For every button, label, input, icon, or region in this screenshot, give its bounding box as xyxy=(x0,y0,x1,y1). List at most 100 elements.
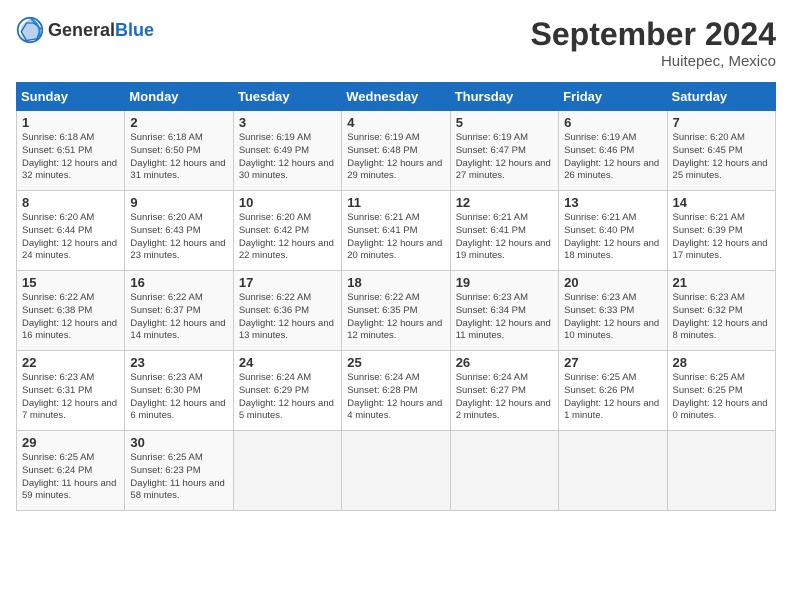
cell-content: Sunrise: 6:23 AM Sunset: 6:30 PM Dayligh… xyxy=(130,372,227,423)
cell-content: Sunrise: 6:24 AM Sunset: 6:29 PM Dayligh… xyxy=(239,372,336,423)
day-number: 10 xyxy=(239,195,336,210)
day-number: 21 xyxy=(673,275,770,290)
cell-content: Sunrise: 6:20 AM Sunset: 6:43 PM Dayligh… xyxy=(130,212,227,263)
calendar-week-row: 29 Sunrise: 6:25 AM Sunset: 6:24 PM Dayl… xyxy=(17,431,776,511)
cell-content: Sunrise: 6:23 AM Sunset: 6:33 PM Dayligh… xyxy=(564,292,661,343)
cell-content: Sunrise: 6:23 AM Sunset: 6:32 PM Dayligh… xyxy=(673,292,770,343)
calendar-cell xyxy=(342,431,450,511)
calendar-cell: 2 Sunrise: 6:18 AM Sunset: 6:50 PM Dayli… xyxy=(125,111,233,191)
calendar-cell: 19 Sunrise: 6:23 AM Sunset: 6:34 PM Dayl… xyxy=(450,271,558,351)
cell-content: Sunrise: 6:22 AM Sunset: 6:38 PM Dayligh… xyxy=(22,292,119,343)
calendar-cell: 30 Sunrise: 6:25 AM Sunset: 6:23 PM Dayl… xyxy=(125,431,233,511)
cell-content: Sunrise: 6:24 AM Sunset: 6:27 PM Dayligh… xyxy=(456,372,553,423)
calendar-week-row: 1 Sunrise: 6:18 AM Sunset: 6:51 PM Dayli… xyxy=(17,111,776,191)
day-number: 7 xyxy=(673,115,770,130)
day-number: 28 xyxy=(673,355,770,370)
cell-content: Sunrise: 6:22 AM Sunset: 6:36 PM Dayligh… xyxy=(239,292,336,343)
calendar-cell: 18 Sunrise: 6:22 AM Sunset: 6:35 PM Dayl… xyxy=(342,271,450,351)
calendar-week-row: 22 Sunrise: 6:23 AM Sunset: 6:31 PM Dayl… xyxy=(17,351,776,431)
calendar-cell xyxy=(559,431,667,511)
calendar-cell: 4 Sunrise: 6:19 AM Sunset: 6:48 PM Dayli… xyxy=(342,111,450,191)
cell-content: Sunrise: 6:25 AM Sunset: 6:26 PM Dayligh… xyxy=(564,372,661,423)
cell-content: Sunrise: 6:21 AM Sunset: 6:41 PM Dayligh… xyxy=(347,212,444,263)
cell-content: Sunrise: 6:22 AM Sunset: 6:37 PM Dayligh… xyxy=(130,292,227,343)
day-number: 19 xyxy=(456,275,553,290)
day-number: 5 xyxy=(456,115,553,130)
calendar-cell: 10 Sunrise: 6:20 AM Sunset: 6:42 PM Dayl… xyxy=(233,191,341,271)
calendar-header-row: Sunday Monday Tuesday Wednesday Thursday… xyxy=(17,83,776,111)
day-number: 30 xyxy=(130,435,227,450)
day-number: 1 xyxy=(22,115,119,130)
calendar-cell: 7 Sunrise: 6:20 AM Sunset: 6:45 PM Dayli… xyxy=(667,111,775,191)
calendar-cell: 24 Sunrise: 6:24 AM Sunset: 6:29 PM Dayl… xyxy=(233,351,341,431)
day-number: 24 xyxy=(239,355,336,370)
day-number: 22 xyxy=(22,355,119,370)
calendar-cell: 8 Sunrise: 6:20 AM Sunset: 6:44 PM Dayli… xyxy=(17,191,125,271)
cell-content: Sunrise: 6:25 AM Sunset: 6:25 PM Dayligh… xyxy=(673,372,770,423)
cell-content: Sunrise: 6:22 AM Sunset: 6:35 PM Dayligh… xyxy=(347,292,444,343)
cell-content: Sunrise: 6:20 AM Sunset: 6:45 PM Dayligh… xyxy=(673,132,770,183)
day-number: 20 xyxy=(564,275,661,290)
day-number: 29 xyxy=(22,435,119,450)
col-wednesday: Wednesday xyxy=(342,83,450,111)
day-number: 13 xyxy=(564,195,661,210)
page-header: GeneralBlue September 2024 Huitepec, Mex… xyxy=(16,16,776,70)
cell-content: Sunrise: 6:25 AM Sunset: 6:23 PM Dayligh… xyxy=(130,452,227,503)
calendar-cell: 20 Sunrise: 6:23 AM Sunset: 6:33 PM Dayl… xyxy=(559,271,667,351)
cell-content: Sunrise: 6:20 AM Sunset: 6:42 PM Dayligh… xyxy=(239,212,336,263)
cell-content: Sunrise: 6:24 AM Sunset: 6:28 PM Dayligh… xyxy=(347,372,444,423)
cell-content: Sunrise: 6:18 AM Sunset: 6:50 PM Dayligh… xyxy=(130,132,227,183)
day-number: 8 xyxy=(22,195,119,210)
logo: GeneralBlue xyxy=(16,16,154,44)
day-number: 11 xyxy=(347,195,444,210)
cell-content: Sunrise: 6:21 AM Sunset: 6:39 PM Dayligh… xyxy=(673,212,770,263)
calendar-cell: 15 Sunrise: 6:22 AM Sunset: 6:38 PM Dayl… xyxy=(17,271,125,351)
calendar-cell: 28 Sunrise: 6:25 AM Sunset: 6:25 PM Dayl… xyxy=(667,351,775,431)
day-number: 14 xyxy=(673,195,770,210)
calendar-cell: 14 Sunrise: 6:21 AM Sunset: 6:39 PM Dayl… xyxy=(667,191,775,271)
cell-content: Sunrise: 6:21 AM Sunset: 6:40 PM Dayligh… xyxy=(564,212,661,263)
day-number: 16 xyxy=(130,275,227,290)
cell-content: Sunrise: 6:19 AM Sunset: 6:47 PM Dayligh… xyxy=(456,132,553,183)
logo-icon xyxy=(16,16,44,44)
cell-content: Sunrise: 6:23 AM Sunset: 6:31 PM Dayligh… xyxy=(22,372,119,423)
day-number: 6 xyxy=(564,115,661,130)
calendar-cell: 1 Sunrise: 6:18 AM Sunset: 6:51 PM Dayli… xyxy=(17,111,125,191)
calendar-cell: 3 Sunrise: 6:19 AM Sunset: 6:49 PM Dayli… xyxy=(233,111,341,191)
day-number: 26 xyxy=(456,355,553,370)
calendar-cell: 11 Sunrise: 6:21 AM Sunset: 6:41 PM Dayl… xyxy=(342,191,450,271)
cell-content: Sunrise: 6:19 AM Sunset: 6:49 PM Dayligh… xyxy=(239,132,336,183)
title-area: September 2024 Huitepec, Mexico xyxy=(531,16,776,70)
cell-content: Sunrise: 6:19 AM Sunset: 6:48 PM Dayligh… xyxy=(347,132,444,183)
calendar-cell: 6 Sunrise: 6:19 AM Sunset: 6:46 PM Dayli… xyxy=(559,111,667,191)
cell-content: Sunrise: 6:21 AM Sunset: 6:41 PM Dayligh… xyxy=(456,212,553,263)
calendar-cell xyxy=(667,431,775,511)
calendar-cell: 22 Sunrise: 6:23 AM Sunset: 6:31 PM Dayl… xyxy=(17,351,125,431)
day-number: 12 xyxy=(456,195,553,210)
location-title: Huitepec, Mexico xyxy=(531,53,776,70)
calendar-cell: 9 Sunrise: 6:20 AM Sunset: 6:43 PM Dayli… xyxy=(125,191,233,271)
calendar-cell xyxy=(233,431,341,511)
calendar-cell: 13 Sunrise: 6:21 AM Sunset: 6:40 PM Dayl… xyxy=(559,191,667,271)
calendar-cell: 17 Sunrise: 6:22 AM Sunset: 6:36 PM Dayl… xyxy=(233,271,341,351)
day-number: 23 xyxy=(130,355,227,370)
col-monday: Monday xyxy=(125,83,233,111)
calendar-cell: 16 Sunrise: 6:22 AM Sunset: 6:37 PM Dayl… xyxy=(125,271,233,351)
col-sunday: Sunday xyxy=(17,83,125,111)
day-number: 3 xyxy=(239,115,336,130)
day-number: 25 xyxy=(347,355,444,370)
day-number: 27 xyxy=(564,355,661,370)
calendar-table: Sunday Monday Tuesday Wednesday Thursday… xyxy=(16,82,776,511)
calendar-cell: 25 Sunrise: 6:24 AM Sunset: 6:28 PM Dayl… xyxy=(342,351,450,431)
cell-content: Sunrise: 6:20 AM Sunset: 6:44 PM Dayligh… xyxy=(22,212,119,263)
calendar-cell: 12 Sunrise: 6:21 AM Sunset: 6:41 PM Dayl… xyxy=(450,191,558,271)
day-number: 4 xyxy=(347,115,444,130)
calendar-week-row: 8 Sunrise: 6:20 AM Sunset: 6:44 PM Dayli… xyxy=(17,191,776,271)
month-title: September 2024 xyxy=(531,16,776,53)
col-tuesday: Tuesday xyxy=(233,83,341,111)
calendar-week-row: 15 Sunrise: 6:22 AM Sunset: 6:38 PM Dayl… xyxy=(17,271,776,351)
logo-text: GeneralBlue xyxy=(48,20,154,41)
day-number: 18 xyxy=(347,275,444,290)
cell-content: Sunrise: 6:25 AM Sunset: 6:24 PM Dayligh… xyxy=(22,452,119,503)
cell-content: Sunrise: 6:23 AM Sunset: 6:34 PM Dayligh… xyxy=(456,292,553,343)
